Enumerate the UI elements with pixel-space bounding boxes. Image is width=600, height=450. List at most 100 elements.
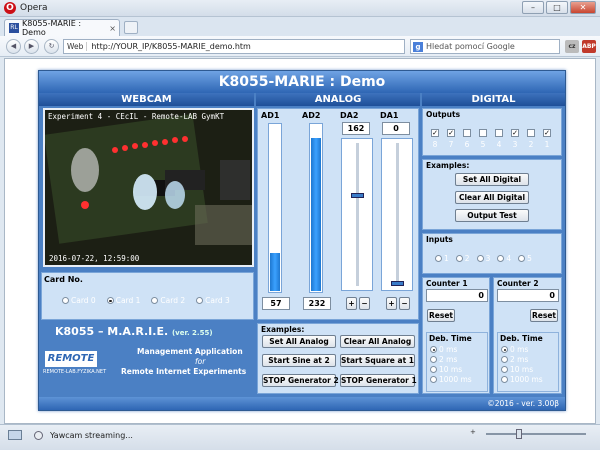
counter-2-deb-2ms[interactable]: 2 ms	[501, 355, 543, 364]
card-2-radio[interactable]: Card 2	[151, 296, 185, 305]
ad1-bar	[268, 123, 282, 293]
card-panel: Card No. Card 0 Card 1 Card 2 Card 3	[41, 272, 254, 320]
output-test-button[interactable]: Output Test	[455, 209, 529, 222]
da1-value[interactable]: 0	[382, 122, 410, 135]
clear-all-digital-button[interactable]: Clear All Digital	[455, 191, 529, 204]
inputs-panel: Inputs 1 2 3 4 5	[422, 233, 562, 274]
analog-panel: AD1 AD2 DA2 DA1 57 232 162 0 + − + −	[257, 108, 419, 320]
da2-slider-handle[interactable]	[351, 193, 364, 199]
ad2-bar-fill	[311, 138, 321, 291]
brand-panel: K8055 – M.A.R.I.E. (ver. 2.55) REMOTE RE…	[41, 323, 254, 394]
output-3-checkbox[interactable]: ✓	[511, 129, 519, 137]
adblock-icon[interactable]: ABP	[582, 40, 596, 53]
analog-examples-panel: Examples: Set All Analog Clear All Analo…	[257, 323, 419, 394]
da1-minus-button[interactable]: −	[399, 297, 410, 310]
da2-value[interactable]: 162	[342, 122, 370, 135]
close-window-button[interactable]: ✕	[570, 1, 596, 14]
analog-examples-legend: Examples:	[261, 325, 305, 334]
counter-2-value: 0	[497, 289, 559, 302]
back-icon[interactable]: ◀	[6, 39, 21, 54]
tab-k8055[interactable]: RL K8055-MARIE : Demo ×	[4, 19, 120, 37]
output-1-checkbox[interactable]: ✓	[543, 129, 551, 137]
counter-1-deb-1000ms[interactable]: 1000 ms	[430, 375, 472, 384]
da2-label: DA2	[340, 111, 359, 120]
output-7-label: 7	[448, 140, 454, 149]
card-0-radio[interactable]: Card 0	[62, 296, 96, 305]
webcam-caption: Experiment 4 - CEcIL - Remote-LAB GymKT	[48, 112, 225, 121]
panel-toggle-icon[interactable]	[8, 430, 22, 440]
stop-generator-1-button[interactable]: STOP Generator 1	[340, 374, 417, 387]
counter-1-deb-2ms[interactable]: 2 ms	[430, 355, 472, 364]
counter-1-value: 0	[426, 289, 488, 302]
counter-1-deb-0ms[interactable]: 0 ms	[430, 345, 472, 354]
digital-examples-legend: Examples:	[426, 161, 470, 170]
address-field[interactable]: Web http://YOUR_IP/K8055-MARIE_demo.htm	[63, 39, 405, 54]
set-all-analog-button[interactable]: Set All Analog	[262, 335, 336, 348]
da2-slider-track[interactable]	[341, 138, 373, 291]
counter-2-deb-1000ms[interactable]: 1000 ms	[501, 375, 543, 384]
address-toolbar: ◀ ▶ ↻ Web http://YOUR_IP/K8055-MARIE_dem…	[0, 36, 600, 57]
web-security-label[interactable]: Web	[67, 42, 88, 51]
input-3-indicator: 3	[476, 254, 490, 263]
output-1-label: 1	[544, 140, 550, 149]
start-sine-button[interactable]: Start Sine at 2	[262, 354, 336, 367]
output-6-checkbox[interactable]	[463, 129, 471, 137]
counter-1-deb-10ms[interactable]: 10 ms	[430, 365, 472, 374]
output-8-checkbox[interactable]: ✓	[431, 129, 439, 137]
outputs-panel: Outputs ✓ 8 ✓ 7 6 5 4 ✓ 3 2 ✓ 1	[422, 108, 562, 156]
da1-slider-handle[interactable]	[391, 281, 404, 286]
webcam-scene	[45, 110, 252, 265]
card-3-radio[interactable]: Card 3	[196, 296, 230, 305]
url-text[interactable]: http://YOUR_IP/K8055-MARIE_demo.htm	[91, 42, 250, 51]
maximize-button[interactable]: □	[546, 1, 568, 14]
reload-icon[interactable]: ↻	[44, 39, 59, 54]
output-8-label: 8	[432, 140, 438, 149]
brand-line-1: Management Application	[137, 347, 243, 356]
output-5-checkbox[interactable]	[479, 129, 487, 137]
output-5-label: 5	[480, 140, 486, 149]
counter-2-deb-0ms[interactable]: 0 ms	[501, 345, 543, 354]
counter-1-deb-legend: Deb. Time	[429, 334, 472, 343]
counter-1-legend: Counter 1	[426, 279, 468, 288]
minimize-button[interactable]: –	[522, 1, 544, 14]
counter-2-reset-button[interactable]: Reset	[530, 309, 558, 322]
zoom-slider[interactable]	[486, 429, 586, 439]
clear-all-analog-button[interactable]: Clear All Analog	[340, 335, 415, 348]
inputs-row: 1 2 3 4 5	[435, 254, 532, 263]
output-4-checkbox[interactable]	[495, 129, 503, 137]
analog-section-title: ANALOG	[256, 93, 420, 106]
counter-2-deb-10ms[interactable]: 10 ms	[501, 365, 543, 374]
brand-line-2: for	[195, 357, 206, 366]
brand-name: K8055 – M.A.R.I.E. (ver. 2.55)	[55, 325, 213, 338]
set-all-digital-button[interactable]: Set All Digital	[455, 173, 529, 186]
counter-1-debounce: Deb. Time 0 ms 2 ms 10 ms 1000 ms	[426, 332, 488, 392]
da1-plus-button[interactable]: +	[386, 297, 397, 310]
start-square-button[interactable]: Start Square at 1	[340, 354, 415, 367]
da1-slider-track[interactable]	[381, 138, 413, 291]
opera-logo-icon[interactable]: O	[4, 2, 16, 14]
ad2-label: AD2	[302, 111, 321, 120]
tab-title: K8055-MARIE : Demo	[22, 19, 82, 37]
counter-1-reset-button[interactable]: Reset	[427, 309, 455, 322]
da2-plus-button[interactable]: +	[346, 297, 357, 310]
zoom-icon[interactable]: +	[470, 428, 480, 438]
search-field[interactable]: g Hledat pomocí Google	[410, 39, 560, 54]
input-2-indicator: 2	[455, 254, 470, 263]
status-text: Yawcam streaming...	[50, 431, 133, 440]
tab-close-icon[interactable]: ×	[109, 24, 119, 33]
counter-2-legend: Counter 2	[497, 279, 539, 288]
google-icon[interactable]: g	[413, 41, 423, 52]
new-tab-button[interactable]	[124, 21, 138, 34]
counter-2-deb-legend: Deb. Time	[500, 334, 543, 343]
input-5-indicator: 5	[518, 254, 532, 263]
ad2-value: 232	[303, 297, 331, 310]
card-1-radio[interactable]: Card 1	[106, 296, 140, 305]
da2-minus-button[interactable]: −	[359, 297, 370, 310]
output-7-checkbox[interactable]: ✓	[447, 129, 455, 137]
tab-bar: RL K8055-MARIE : Demo ×	[0, 17, 600, 37]
output-6-label: 6	[464, 140, 470, 149]
stop-generator-2-button[interactable]: STOP Generator 2	[262, 374, 339, 387]
output-2-checkbox[interactable]	[527, 129, 535, 137]
forward-icon[interactable]: ▶	[24, 39, 39, 54]
cz-icon[interactable]: cz	[565, 40, 579, 53]
